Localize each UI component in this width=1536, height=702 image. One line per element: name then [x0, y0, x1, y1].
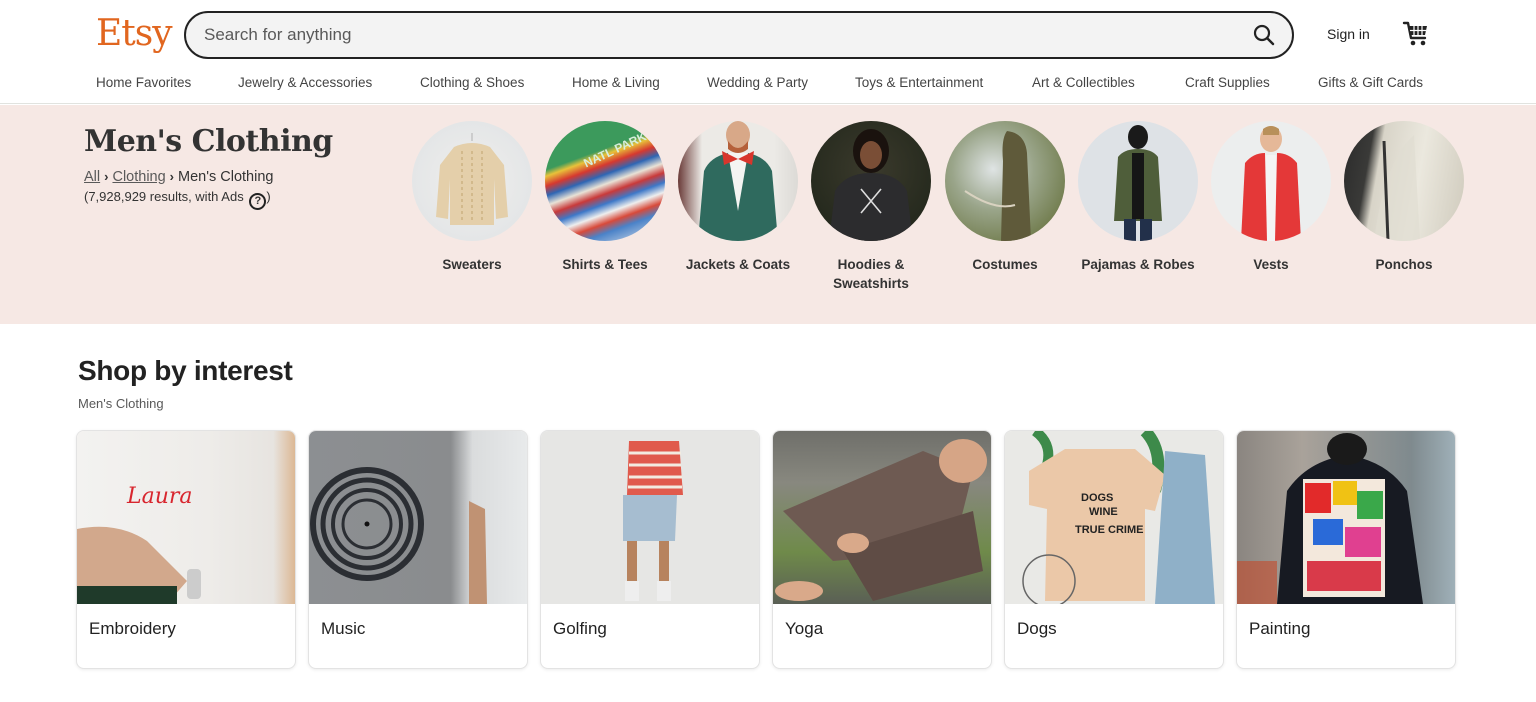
shop-by-interest-subtitle: Men's Clothing	[78, 396, 164, 411]
svg-text:DOGS: DOGS	[1081, 492, 1113, 504]
interest-card-label: Golfing	[553, 619, 607, 638]
interest-card-label: Yoga	[785, 619, 824, 638]
ponchos-image	[1344, 121, 1464, 241]
nav-item-gifts-gift-cards[interactable]: Gifts & Gift Cards	[1318, 74, 1423, 92]
interest-card-label: Music	[321, 619, 366, 638]
results-count: (7,928,929 results, with Ads ?)	[84, 188, 271, 210]
category-label: Sweaters	[442, 257, 502, 272]
nav-item-toys-entertainment[interactable]: Toys & Entertainment	[855, 74, 983, 92]
interest-card-label: Painting	[1249, 619, 1311, 638]
cart-icon	[1402, 21, 1427, 46]
nav-item-wedding-party[interactable]: Wedding & Party	[707, 74, 808, 92]
category-hero: Men's Clothing All › Clothing › Men's Clothi…	[0, 105, 1536, 324]
category-label: Pajamas & Robes	[1081, 257, 1195, 272]
search-bar	[184, 11, 1294, 59]
costumes-image	[945, 121, 1065, 241]
search-input[interactable]	[204, 13, 1224, 57]
interest-card-label: Embroidery	[89, 619, 176, 638]
shirts-tees-image: NATL PARK	[545, 121, 665, 241]
breadcrumb: All › Clothing › Men's Clothing	[84, 167, 273, 187]
category-label: Hoodies & Sweatshirts	[833, 257, 909, 291]
category-ponchos[interactable]: Ponchos	[1339, 121, 1469, 274]
interest-card-music[interactable]: Music	[308, 430, 528, 669]
nav-item-jewelry-accessories[interactable]: Jewelry & Accessories	[238, 74, 372, 92]
category-label: Ponchos	[1375, 257, 1433, 272]
results-close-paren: )	[266, 189, 271, 204]
cart-button[interactable]	[1402, 18, 1430, 48]
sign-in-link[interactable]: Sign in	[1327, 24, 1370, 44]
music-image	[309, 431, 527, 604]
yoga-image	[773, 431, 991, 604]
vests-image	[1211, 121, 1331, 241]
site-header: Etsy Sign in Home Favorites Jewelry & Ac…	[0, 0, 1536, 104]
breadcrumb-all[interactable]: All	[84, 169, 100, 185]
etsy-logo[interactable]: Etsy	[96, 12, 173, 56]
dogs-image: DOGS WINE TRUE CRIME	[1005, 431, 1223, 604]
category-label: Vests	[1253, 257, 1289, 272]
jackets-coats-image	[678, 121, 798, 241]
nav-item-craft-supplies[interactable]: Craft Supplies	[1185, 74, 1270, 92]
interest-card-golfing[interactable]: Golfing	[540, 430, 760, 669]
svg-text:NATL PARK: NATL PARK	[581, 129, 648, 170]
category-vests[interactable]: Vests	[1206, 121, 1336, 274]
embroidery-image: Laura	[77, 431, 295, 604]
category-pajamas-robes[interactable]: Pajamas & Robes	[1073, 121, 1203, 274]
painting-image	[1237, 431, 1455, 604]
sweaters-image	[412, 121, 532, 241]
search-icon	[1253, 24, 1275, 46]
breadcrumb-current: Men's Clothing	[178, 169, 274, 185]
interest-card-embroidery[interactable]: Laura Embroidery	[76, 430, 296, 669]
nav-item-home-living[interactable]: Home & Living	[572, 74, 660, 92]
nav-item-art-collectibles[interactable]: Art & Collectibles	[1032, 74, 1135, 92]
svg-text:WINE: WINE	[1089, 506, 1118, 518]
breadcrumb-clothing[interactable]: Clothing	[112, 169, 165, 185]
svg-text:Laura: Laura	[126, 484, 193, 509]
svg-text:TRUE CRIME: TRUE CRIME	[1075, 524, 1143, 536]
shop-by-interest-title: Shop by interest	[78, 355, 293, 386]
category-jackets-coats[interactable]: Jackets & Coats	[673, 121, 803, 274]
category-nav: Home Favorites Jewelry & Accessories Clo…	[0, 70, 1536, 98]
category-label: Costumes	[972, 257, 1038, 272]
interest-card-label: Dogs	[1017, 619, 1057, 638]
hoodies-sweatshirts-image	[811, 121, 931, 241]
nav-item-home-favorites[interactable]: Home Favorites	[96, 74, 191, 92]
search-button[interactable]	[1248, 19, 1280, 51]
interest-card-yoga[interactable]: Yoga	[772, 430, 992, 669]
category-sweaters[interactable]: Sweaters	[407, 121, 537, 274]
help-icon[interactable]: ?	[249, 192, 267, 210]
category-costumes[interactable]: Costumes	[940, 121, 1070, 274]
chevron-right-icon: ›	[169, 169, 175, 184]
interest-card-dogs[interactable]: DOGS WINE TRUE CRIME Dogs	[1004, 430, 1224, 669]
chevron-right-icon: ›	[104, 169, 109, 184]
nav-item-clothing-shoes[interactable]: Clothing & Shoes	[420, 74, 524, 92]
results-text: (7,928,929 results, with Ads	[84, 189, 244, 204]
pajamas-robes-image	[1078, 121, 1198, 241]
category-shirts-tees[interactable]: NATL PARK Shirts & Tees	[540, 121, 670, 274]
category-hoodies-sweatshirts[interactable]: Hoodies & Sweatshirts	[806, 121, 936, 293]
category-label: Shirts & Tees	[562, 257, 648, 272]
page-title: Men's Clothing	[84, 124, 333, 159]
golfing-image	[541, 431, 759, 604]
interest-card-painting[interactable]: Painting	[1236, 430, 1456, 669]
category-label: Jackets & Coats	[685, 257, 791, 272]
